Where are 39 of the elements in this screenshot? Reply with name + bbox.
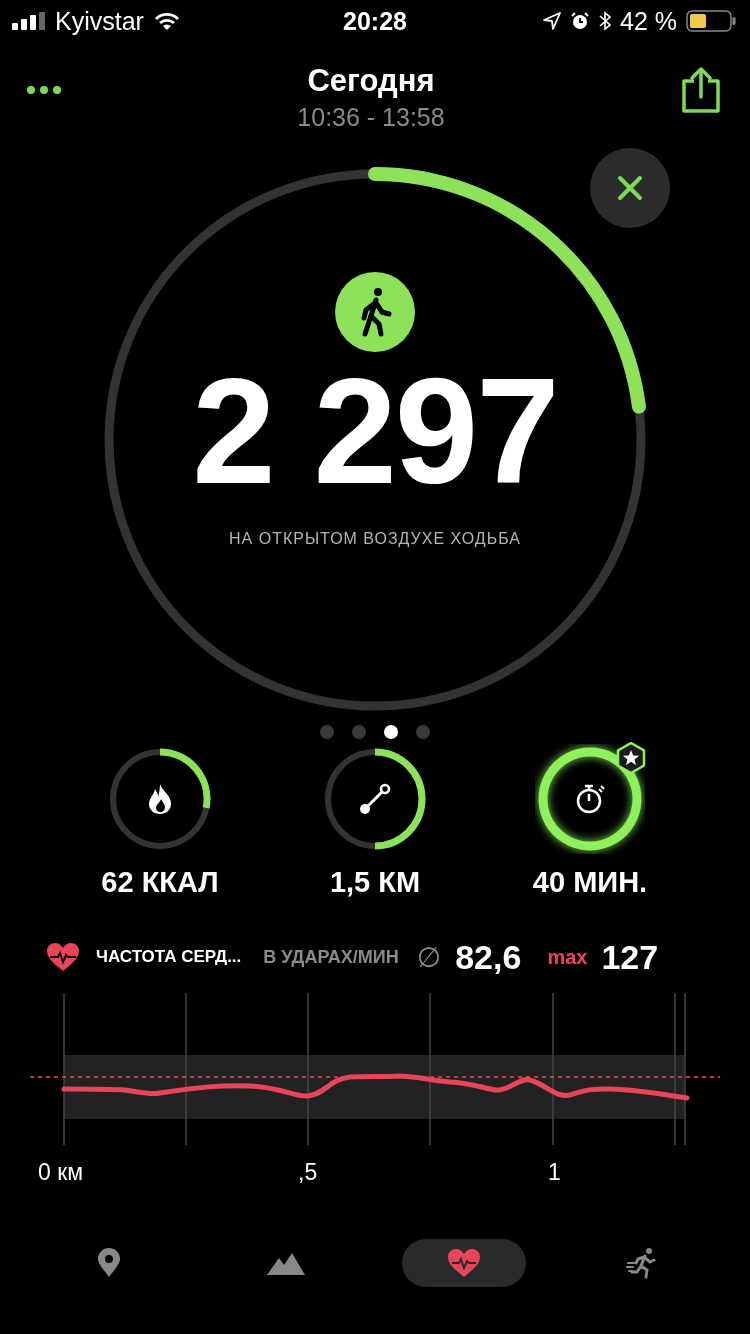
star-badge-icon (615, 742, 647, 774)
signal-icon (12, 12, 46, 30)
battery-percent: 42 % (620, 6, 677, 36)
average-value: 82,6 (455, 937, 522, 977)
heart-rate-icon (46, 942, 80, 972)
flame-icon (147, 783, 173, 815)
running-person-icon (626, 1247, 657, 1279)
stat-value: 40 МИН. (532, 866, 648, 899)
carrier-name: Kyivstar (55, 6, 144, 36)
time-range: 10:36 - 13:58 (297, 102, 445, 132)
page-dot[interactable] (352, 725, 366, 739)
battery-icon (686, 10, 736, 32)
stat-value: 62 ККАЛ (101, 866, 219, 899)
bluetooth-icon (599, 11, 611, 31)
page-title: Сегодня (307, 62, 435, 99)
map-pin-icon (95, 1248, 122, 1278)
axis-label: 0 км (38, 1159, 84, 1186)
page-dot[interactable] (416, 725, 430, 739)
average-symbol: ∅ (416, 940, 442, 974)
stopwatch-icon (574, 783, 606, 815)
step-count: 2 297 (192, 356, 558, 506)
stat-value: 1,5 КМ (329, 866, 421, 899)
max-label: max (547, 945, 588, 969)
axis-label: 1 (548, 1159, 561, 1186)
page-dot[interactable] (320, 725, 334, 739)
activity-label: НА ОТКРЫТОМ ВОЗДУХЕ ХОДЬБА (229, 530, 521, 548)
max-value: 127 (601, 937, 659, 977)
alarm-clock-icon (570, 11, 590, 31)
page-dot[interactable] (384, 725, 398, 739)
heart-rate-title: ЧАСТОТА СЕРД... (96, 947, 242, 967)
heart-rate-icon (446, 1248, 481, 1278)
share-icon[interactable] (680, 67, 722, 113)
axis-label: ,5 (298, 1159, 318, 1186)
unit-label: В УДАРАХ/МИН (263, 946, 399, 968)
route-icon (358, 782, 392, 816)
location-arrow-icon (543, 12, 561, 30)
heart-tab[interactable] (401, 1239, 526, 1287)
more-icon[interactable] (26, 85, 62, 95)
clock-time: 20:28 (342, 6, 408, 36)
